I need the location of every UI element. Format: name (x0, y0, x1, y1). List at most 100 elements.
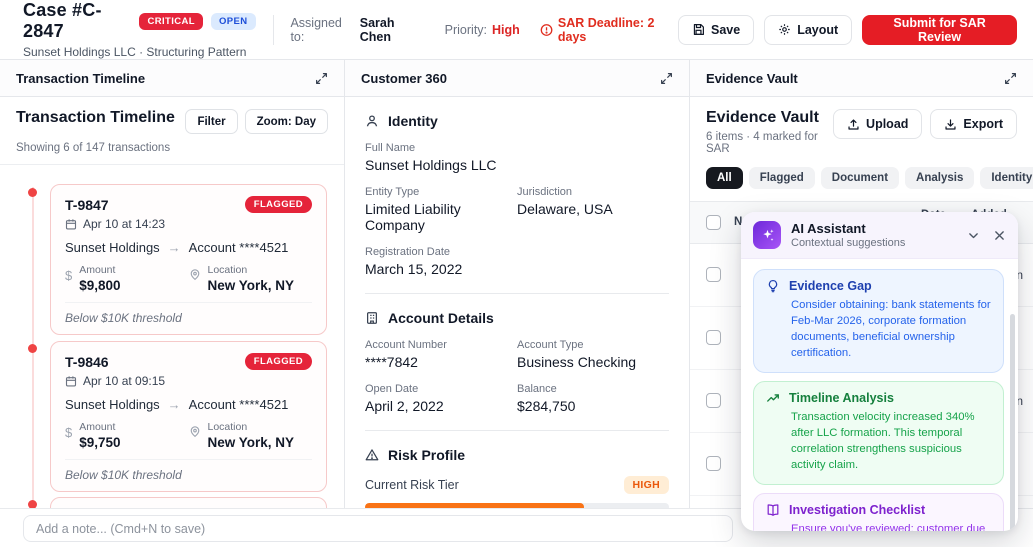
chip-all[interactable]: All (706, 167, 743, 189)
expand-icon[interactable] (660, 72, 673, 85)
critical-badge: CRITICAL (139, 12, 203, 30)
ai-card-body: Transaction velocity increased 340% afte… (791, 411, 975, 472)
close-icon[interactable] (993, 229, 1006, 242)
assigned-value: Sarah Chen (359, 15, 395, 44)
upload-button[interactable]: Upload (833, 109, 923, 139)
assigned-to: Assigned to: Sarah Chen (290, 16, 424, 44)
ai-assistant-subtitle: Contextual suggestions (791, 237, 906, 249)
location-value: New York, NY (207, 435, 295, 450)
account-number-label: Account Number (365, 339, 447, 351)
full-name-field: Full Name Sunset Holdings LLC (365, 142, 669, 173)
customer-panel-header: Customer 360 (345, 60, 689, 97)
transaction-from: Sunset Holdings (65, 240, 160, 255)
customer-panel-title: Customer 360 (361, 70, 447, 86)
entity-type-label: Entity Type (365, 186, 420, 198)
header-actions: Save Layout Submit for SAR Review (677, 14, 1017, 45)
priority: Priority: High (445, 23, 520, 37)
save-button[interactable]: Save (677, 14, 755, 45)
jurisdiction-label: Jurisdiction (517, 186, 573, 198)
registration-date-field: Registration Date March 15, 2022 (365, 246, 669, 277)
transaction-datetime: Apr 10 at 09:15 (83, 374, 166, 388)
risk-profile-heading: Risk Profile (388, 447, 466, 463)
amount-label: Amount (79, 421, 116, 433)
dollar-icon: $ (65, 425, 73, 440)
evidence-panel-title: Evidence Vault (706, 70, 798, 86)
priority-label: Priority: (444, 22, 488, 37)
row-checkbox[interactable] (706, 330, 721, 346)
priority-value: High (492, 22, 520, 37)
upload-icon (848, 118, 859, 130)
balance-field: Balance $284,750 (517, 383, 669, 414)
amount-value: $9,800 (79, 278, 121, 293)
user-icon (366, 115, 378, 127)
timeline-dot (28, 344, 37, 353)
account-details-section: Account Details Account Number ****7842 … (365, 294, 669, 414)
account-number-field: Account Number ****7842 (365, 339, 517, 370)
account-number-value: ****7842 (365, 354, 418, 370)
transaction-to: Account ****4521 (188, 397, 289, 412)
expand-icon[interactable] (315, 72, 328, 85)
timeline-panel-header: Transaction Timeline (0, 60, 344, 97)
registration-date-label: Registration Date (365, 246, 450, 258)
evidence-filter-chips: All Flagged Document Analysis Identity (690, 155, 1033, 201)
ai-card-body: Consider obtaining: bank statements for … (791, 299, 991, 360)
ai-card-body: Ensure you've reviewed: customer due dil… (791, 523, 986, 531)
popup-scrollbar[interactable] (1010, 314, 1015, 531)
account-details-heading: Account Details (388, 310, 494, 326)
save-icon (693, 24, 704, 35)
calendar-icon (65, 376, 77, 387)
evidence-gap-card[interactable]: Evidence Gap Consider obtaining: bank st… (753, 269, 1004, 374)
row-checkbox[interactable] (706, 456, 721, 472)
transaction-from: Sunset Holdings (65, 397, 160, 412)
transaction-note: Below $10K threshold (65, 459, 312, 482)
chevron-down-icon[interactable] (967, 229, 980, 242)
warning-triangle-icon (365, 449, 379, 461)
upload-label: Upload (866, 117, 909, 131)
transaction-datetime: Apr 10 at 14:23 (83, 217, 166, 231)
jurisdiction-value: Delaware, USA (517, 201, 613, 217)
note-input[interactable] (23, 515, 733, 542)
row-checkbox[interactable] (706, 393, 721, 409)
header-divider (272, 14, 274, 45)
chip-document[interactable]: Document (820, 167, 900, 189)
timeline-toolbar: Transaction Timeline Filter Zoom: Day Sh… (0, 97, 344, 165)
trending-up-icon (767, 394, 779, 402)
account-type-value: Business Checking (517, 354, 637, 370)
account-type-label: Account Type (517, 339, 584, 351)
filter-button[interactable]: Filter (185, 109, 238, 134)
expand-icon[interactable] (1004, 72, 1017, 85)
chip-analysis[interactable]: Analysis (905, 167, 975, 189)
transaction-card[interactable]: T-9847 FLAGGED Apr 10 at 14:23 Sunset Ho… (50, 184, 327, 335)
chip-identity[interactable]: Identity (980, 167, 1033, 189)
map-pin-icon (190, 269, 199, 281)
save-label: Save (710, 22, 741, 37)
timeline-analysis-card[interactable]: Timeline Analysis Transaction velocity i… (753, 381, 1004, 486)
calendar-icon (65, 219, 77, 230)
balance-label: Balance (517, 383, 557, 395)
zoom-day-button[interactable]: Zoom: Day (244, 109, 328, 134)
transaction-id: T-9846 (65, 353, 109, 370)
layout-button[interactable]: Layout (764, 14, 853, 45)
chip-flagged[interactable]: Flagged (748, 167, 815, 189)
ai-card-title: Evidence Gap (789, 279, 872, 293)
transaction-card[interactable] (50, 497, 327, 508)
case-meta: Assigned to: Sarah Chen Priority: High S… (290, 16, 678, 44)
transaction-card[interactable]: T-9846 FLAGGED Apr 10 at 09:15 Sunset Ho… (50, 341, 327, 492)
open-date-label: Open Date (365, 383, 419, 395)
customer-360-panel: Customer 360 Identity Full Name Sunset H… (345, 60, 690, 508)
export-button[interactable]: Export (930, 109, 1017, 139)
row-checkbox[interactable] (706, 267, 721, 283)
arrow-right-icon: → (167, 240, 181, 255)
amount-stat: $ Amount $9,750 (65, 421, 189, 450)
ai-card-title: Timeline Analysis (789, 391, 894, 406)
open-date-field: Open Date April 2, 2022 (365, 383, 517, 414)
submit-sar-review-button[interactable]: Submit for SAR Review (862, 14, 1017, 45)
select-all-checkbox[interactable] (706, 214, 721, 230)
case-title: Case #C-2847 (23, 0, 102, 41)
account-type-field: Account Type Business Checking (517, 339, 669, 370)
timeline-dot (28, 500, 37, 508)
evidence-count: 6 items · 4 marked for SAR (706, 131, 818, 155)
open-date-value: April 2, 2022 (365, 398, 444, 414)
arrow-right-icon: → (167, 397, 181, 412)
investigation-checklist-card[interactable]: Investigation Checklist Ensure you've re… (753, 493, 1004, 531)
